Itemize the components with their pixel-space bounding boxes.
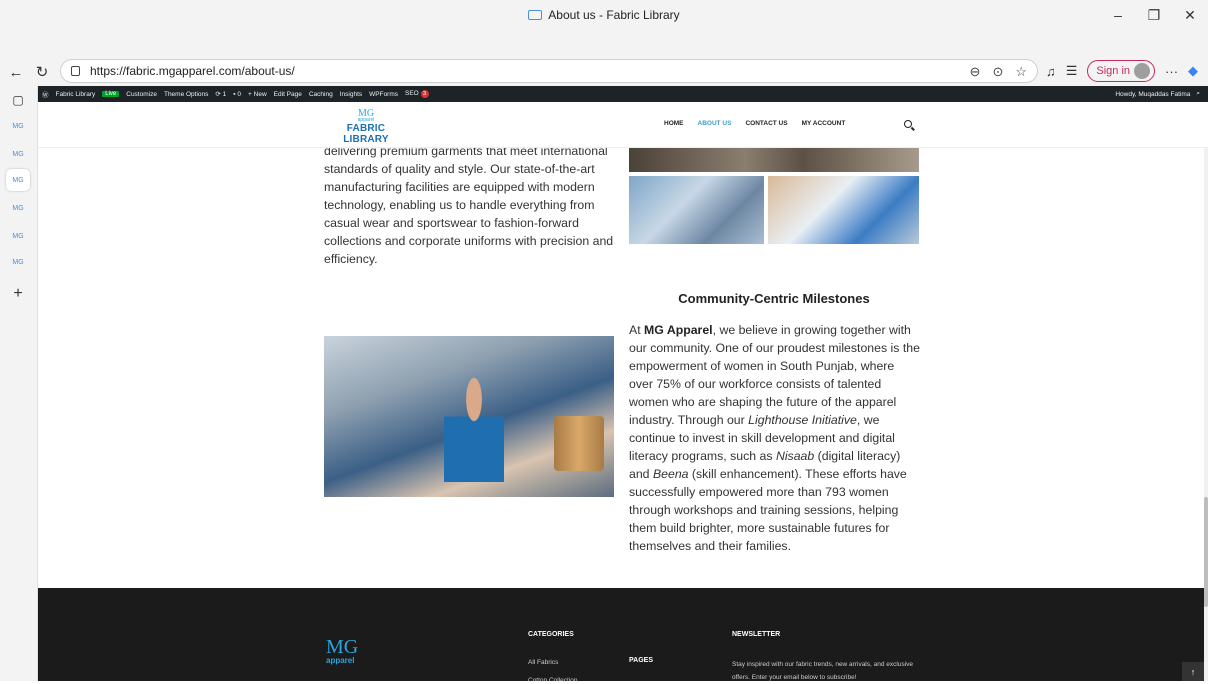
pages-heading: PAGES bbox=[629, 657, 653, 664]
new-tab-plus-icon[interactable]: + bbox=[7, 284, 29, 304]
brand-name: MG Apparel bbox=[644, 323, 713, 337]
milestones-paragraph: At MG Apparel, we believe in growing tog… bbox=[629, 321, 921, 555]
vertical-tab-4[interactable]: MG bbox=[7, 198, 29, 218]
category-link-cotton[interactable]: Cotton Collection bbox=[528, 677, 578, 681]
wp-seo[interactable]: SEO 3 bbox=[405, 90, 429, 98]
maximize-icon[interactable]: ❐ bbox=[1136, 0, 1172, 30]
milestones-heading: Community-Centric Milestones bbox=[678, 291, 870, 306]
wp-admin-bar: Ⓦ Fabric Library Live Customize Theme Op… bbox=[38, 86, 1208, 102]
worker-image-2 bbox=[768, 176, 919, 244]
manufacturing-paragraph: delivering premium garments that meet in… bbox=[324, 144, 614, 266]
site-favicon-icon bbox=[528, 10, 543, 20]
read-aloud-icon[interactable]: ♫ bbox=[1046, 64, 1056, 79]
tab-panel-icon[interactable]: ▢ bbox=[7, 90, 29, 110]
comments-count: 0 bbox=[237, 90, 242, 98]
lighthouse-initiative: Lighthouse Initiative bbox=[748, 413, 857, 427]
fabric-rolls-image bbox=[629, 148, 919, 172]
copilot-icon[interactable]: ◆ bbox=[1188, 63, 1198, 79]
scrollbar-thumb[interactable] bbox=[1204, 497, 1208, 607]
wp-caching[interactable]: Caching bbox=[309, 91, 333, 98]
logo-title: FABRIC LIBRARY bbox=[343, 123, 389, 145]
nav-about-us[interactable]: ABOUT US bbox=[698, 120, 732, 127]
site-footer: MG apparel CATEGORIES All Fabrics Cotton… bbox=[38, 588, 1208, 681]
wp-wpforms[interactable]: WPForms bbox=[369, 91, 398, 98]
seo-label: SEO bbox=[405, 90, 419, 97]
howdy-label: Howdy, Muqaddas Fatima bbox=[1115, 90, 1191, 98]
wp-insights[interactable]: Insights bbox=[340, 91, 362, 98]
wp-howdy-user[interactable]: Howdy, Muqaddas Fatima ⌕ bbox=[1115, 86, 1200, 102]
vertical-tab-5[interactable]: MG bbox=[7, 226, 29, 246]
beena: Beena bbox=[652, 467, 689, 481]
text-at: At bbox=[629, 323, 645, 337]
newsletter-heading: NEWSLETTER bbox=[732, 631, 781, 638]
vertical-tab-1[interactable]: MG bbox=[7, 116, 29, 136]
scroll-to-top-button[interactable]: ↑ bbox=[1182, 662, 1204, 681]
workshop-image bbox=[324, 336, 614, 497]
url-field[interactable]: https://fabric.mgapparel.com/about-us/ ⊖… bbox=[60, 59, 1038, 83]
header-search-icon[interactable] bbox=[904, 120, 912, 128]
favorites-icon[interactable]: ☰ bbox=[1066, 63, 1078, 79]
nisaab: Nisaab bbox=[775, 449, 815, 463]
wp-updates[interactable]: ⟳ 1 bbox=[215, 90, 226, 98]
more-menu-icon[interactable]: ··· bbox=[1165, 64, 1178, 79]
browser-toolbar: ♫ ☰ Sign in ··· ◆ bbox=[1046, 59, 1198, 83]
footer-logo-mg: MG bbox=[326, 636, 359, 658]
page-content: delivering premium garments that meet in… bbox=[38, 144, 1208, 588]
wp-search-icon[interactable]: ⌕ bbox=[1196, 90, 1200, 98]
worker-image-1 bbox=[629, 176, 764, 244]
worker-figure bbox=[444, 372, 504, 482]
tracking-icon[interactable]: ⊙ bbox=[992, 64, 1003, 80]
nav-home[interactable]: HOME bbox=[664, 120, 684, 127]
vertical-tab-2[interactable]: MG bbox=[7, 144, 29, 164]
nav-contact-us[interactable]: CONTACT US bbox=[745, 120, 787, 127]
wp-new[interactable]: + New bbox=[248, 91, 267, 98]
text-part-1: , we believe in growing together with ou… bbox=[629, 323, 920, 427]
newsletter-text: Stay inspired with our fabric trends, ne… bbox=[732, 661, 913, 681]
footer-logo[interactable]: MG apparel bbox=[326, 636, 359, 665]
close-icon[interactable]: ✕ bbox=[1172, 0, 1208, 30]
seo-count-badge: 3 bbox=[420, 90, 429, 98]
wp-customize[interactable]: Customize bbox=[126, 91, 157, 98]
refresh-icon[interactable]: ↻ bbox=[32, 62, 52, 82]
window-controls: – ❐ ✕ bbox=[1100, 0, 1208, 30]
page-scrollbar[interactable] bbox=[1204, 102, 1208, 681]
browser-titlebar: About us - Fabric Library – ❐ ✕ bbox=[0, 0, 1208, 30]
lock-icon bbox=[71, 66, 80, 76]
vertical-tab-6[interactable]: MG bbox=[7, 252, 29, 272]
categories-heading: CATEGORIES bbox=[528, 631, 574, 638]
site-logo[interactable]: MG apparel FABRIC LIBRARY bbox=[326, 108, 406, 145]
site-header: MG apparel FABRIC LIBRARY HOME ABOUT US … bbox=[38, 102, 1208, 148]
wp-theme-options[interactable]: Theme Options bbox=[164, 91, 208, 98]
browser-vertical-tabs: ▢ MG MG MG MG MG MG + bbox=[0, 86, 38, 681]
category-link-all-fabrics[interactable]: All Fabrics bbox=[528, 659, 558, 666]
tab-title: About us - Fabric Library bbox=[548, 8, 680, 22]
updates-count: 1 bbox=[222, 91, 227, 98]
back-arrow-icon[interactable]: ← bbox=[6, 62, 26, 82]
wp-comments[interactable]: ▪ 0 bbox=[233, 91, 241, 98]
wordpress-logo-icon[interactable]: Ⓦ bbox=[42, 89, 49, 99]
live-badge: Live bbox=[102, 91, 120, 97]
minimize-icon[interactable]: – bbox=[1100, 0, 1136, 30]
url-tools: ⊖ ⊙ ☆ bbox=[970, 60, 1027, 84]
new-label: New bbox=[253, 90, 267, 98]
sign-in-label: Sign in bbox=[1096, 65, 1131, 77]
main-nav: HOME ABOUT US CONTACT US MY ACCOUNT bbox=[664, 120, 845, 127]
wp-site-name[interactable]: Fabric Library bbox=[56, 91, 96, 98]
nav-my-account[interactable]: MY ACCOUNT bbox=[802, 120, 846, 127]
zoom-icon[interactable]: ⊖ bbox=[970, 64, 981, 80]
footer-logo-apparel: apparel bbox=[326, 656, 355, 665]
arrow-up-icon: ↑ bbox=[1190, 666, 1196, 677]
address-bar-row: ← ↻ https://fabric.mgapparel.com/about-u… bbox=[0, 30, 1208, 86]
favorite-star-icon[interactable]: ☆ bbox=[1015, 64, 1027, 80]
sign-in-button[interactable]: Sign in bbox=[1087, 60, 1156, 82]
vertical-tab-3-active[interactable]: MG bbox=[6, 169, 30, 191]
avatar-icon bbox=[1134, 63, 1151, 79]
thread-spools bbox=[554, 416, 604, 471]
url-text: https://fabric.mgapparel.com/about-us/ bbox=[90, 64, 295, 78]
wp-edit-page[interactable]: Edit Page bbox=[274, 91, 302, 98]
